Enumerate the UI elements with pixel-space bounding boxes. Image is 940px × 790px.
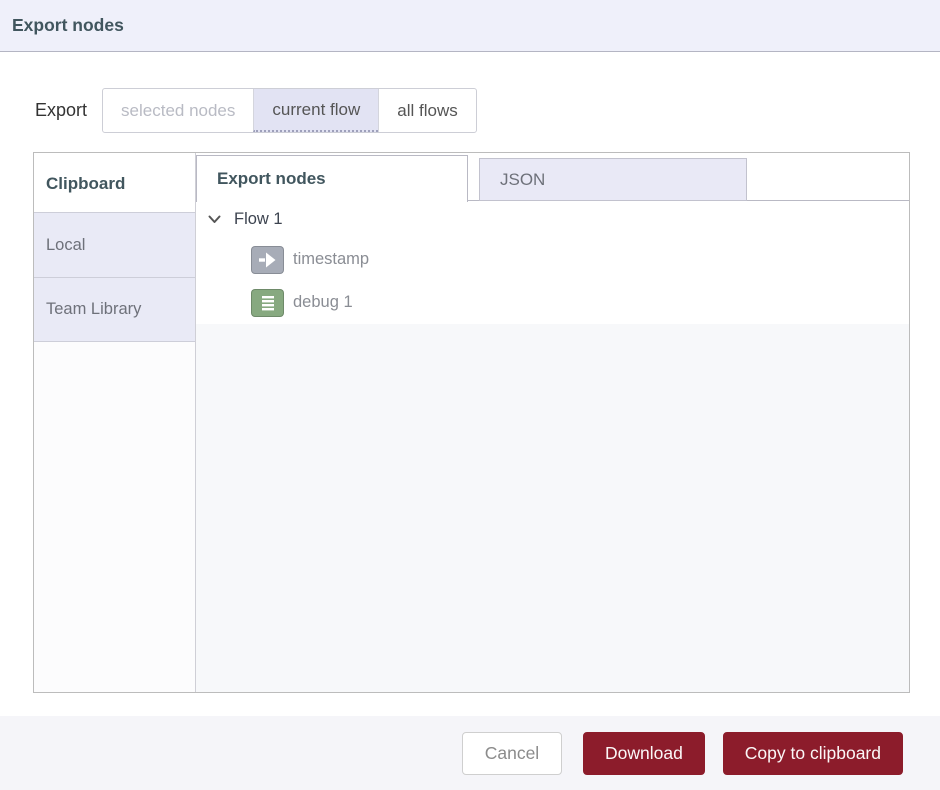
export-selected-nodes-button[interactable]: selected nodes bbox=[103, 89, 253, 132]
sidebar-item-team-library[interactable]: Team Library bbox=[34, 277, 195, 342]
library-panel: Clipboard Local Team Library Export node… bbox=[33, 152, 910, 693]
library-main: Export nodes JSON Flow 1 bbox=[196, 153, 909, 692]
sidebar-item-local[interactable]: Local bbox=[34, 212, 195, 277]
dialog-header: Export nodes bbox=[0, 0, 940, 52]
export-all-flows-button[interactable]: all flows bbox=[378, 89, 475, 132]
chevron-down-icon[interactable] bbox=[208, 215, 221, 224]
export-scope-button-group: selected nodes current flow all flows bbox=[102, 88, 477, 133]
node-label: debug 1 bbox=[293, 293, 353, 312]
download-button[interactable]: Download bbox=[583, 732, 705, 775]
dialog-title: Export nodes bbox=[0, 15, 124, 36]
tab-json[interactable]: JSON bbox=[479, 158, 747, 201]
tab-export-nodes[interactable]: Export nodes bbox=[196, 155, 468, 202]
cancel-button[interactable]: Cancel bbox=[462, 732, 562, 775]
tree-row-timestamp[interactable]: timestamp bbox=[196, 238, 909, 281]
tab-bar: Export nodes JSON bbox=[196, 153, 909, 201]
export-scope-label: Export bbox=[35, 100, 87, 121]
debug-icon bbox=[251, 289, 284, 317]
copy-to-clipboard-button[interactable]: Copy to clipboard bbox=[723, 732, 903, 775]
inject-icon bbox=[251, 246, 284, 274]
tab-export-nodes-label: Export nodes bbox=[217, 169, 326, 189]
tree-row-debug[interactable]: debug 1 bbox=[196, 281, 909, 324]
flow-label: Flow 1 bbox=[234, 210, 283, 229]
export-nodes-dialog: Export nodes Export selected nodes curre… bbox=[0, 0, 940, 790]
library-sidebar: Clipboard Local Team Library bbox=[34, 153, 196, 692]
node-label: timestamp bbox=[293, 250, 369, 269]
tab-json-label: JSON bbox=[500, 170, 545, 190]
dialog-footer: Cancel Download Copy to clipboard bbox=[0, 716, 940, 790]
export-node-tree: Flow 1 timestamp bbox=[196, 201, 909, 692]
export-scope-row: Export selected nodes current flow all f… bbox=[35, 88, 477, 133]
sidebar-item-clipboard[interactable]: Clipboard bbox=[34, 153, 195, 212]
export-current-flow-button[interactable]: current flow bbox=[253, 89, 378, 132]
tree-row-flow[interactable]: Flow 1 bbox=[196, 201, 909, 238]
